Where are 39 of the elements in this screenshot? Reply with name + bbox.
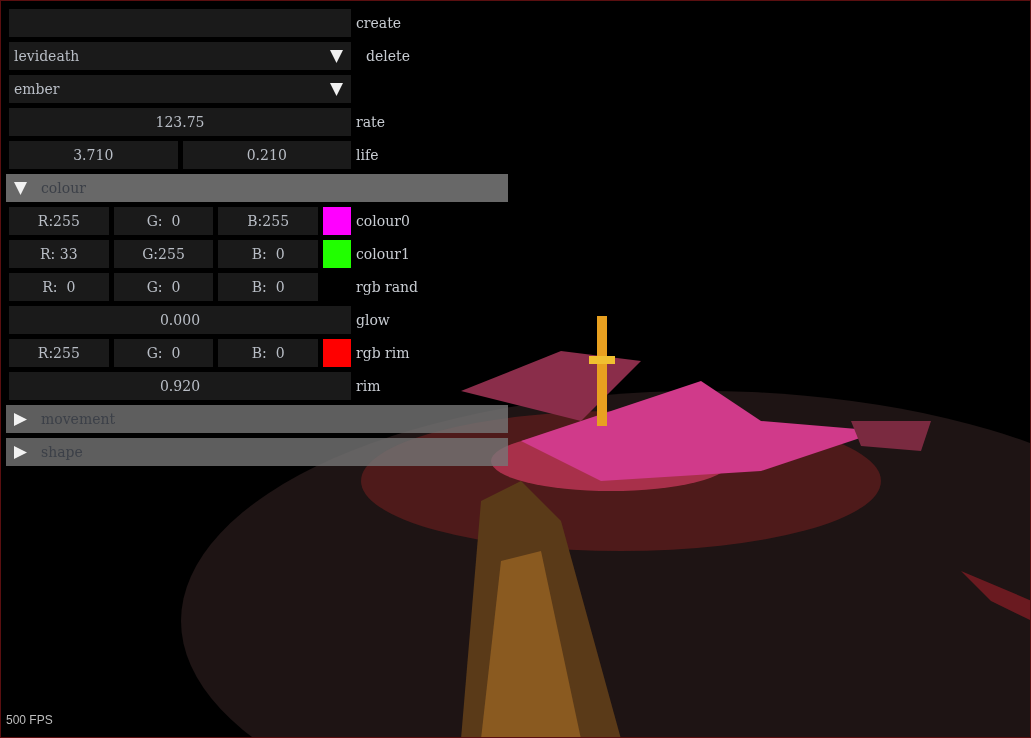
- color-swatch[interactable]: [323, 339, 351, 367]
- field-label: glow: [356, 310, 390, 330]
- number-field[interactable]: R: 0: [9, 273, 109, 301]
- field-label: delete: [366, 46, 410, 66]
- number-field[interactable]: R:255: [9, 339, 109, 367]
- number-field[interactable]: G:255: [113, 240, 214, 268]
- color-swatch[interactable]: [323, 240, 351, 268]
- field-label: rim: [356, 376, 381, 396]
- field-label: colour0: [356, 211, 410, 231]
- number-field[interactable]: G: 0: [113, 273, 214, 301]
- number-field[interactable]: G: 0: [113, 339, 214, 367]
- number-field[interactable]: G: 0: [113, 207, 214, 235]
- fps-counter: 500 FPS: [6, 712, 53, 729]
- dropdown-arrow-icon: [330, 82, 343, 96]
- field-label: rate: [356, 112, 385, 132]
- number-field[interactable]: R:255: [9, 207, 109, 235]
- field-label: rgb rand: [356, 277, 419, 297]
- caret-icon: [14, 412, 27, 426]
- number-field[interactable]: 123.75: [9, 108, 351, 136]
- color-swatch[interactable]: [323, 207, 351, 235]
- field-label: colour1: [356, 244, 410, 264]
- number-field[interactable]: 0.210: [182, 141, 351, 169]
- dropdown[interactable]: ember: [9, 75, 351, 103]
- dropdown-arrow-icon: [330, 49, 343, 63]
- number-field[interactable]: 0.000: [9, 306, 351, 334]
- field-label: rgb rim: [356, 343, 410, 363]
- number-field[interactable]: B: 0: [218, 273, 318, 301]
- caret-icon: [14, 181, 27, 195]
- number-field[interactable]: B:255: [218, 207, 318, 235]
- number-field[interactable]: R: 33: [9, 240, 109, 268]
- input-field[interactable]: [9, 9, 351, 37]
- number-field[interactable]: B: 0: [218, 339, 318, 367]
- field-label: life: [356, 145, 379, 165]
- dropdown[interactable]: levideath: [9, 42, 351, 70]
- number-field[interactable]: 0.920: [9, 372, 351, 400]
- number-field[interactable]: 3.710: [9, 141, 178, 169]
- field-label: create: [356, 13, 402, 33]
- number-field[interactable]: B: 0: [218, 240, 318, 268]
- caret-icon: [14, 445, 27, 459]
